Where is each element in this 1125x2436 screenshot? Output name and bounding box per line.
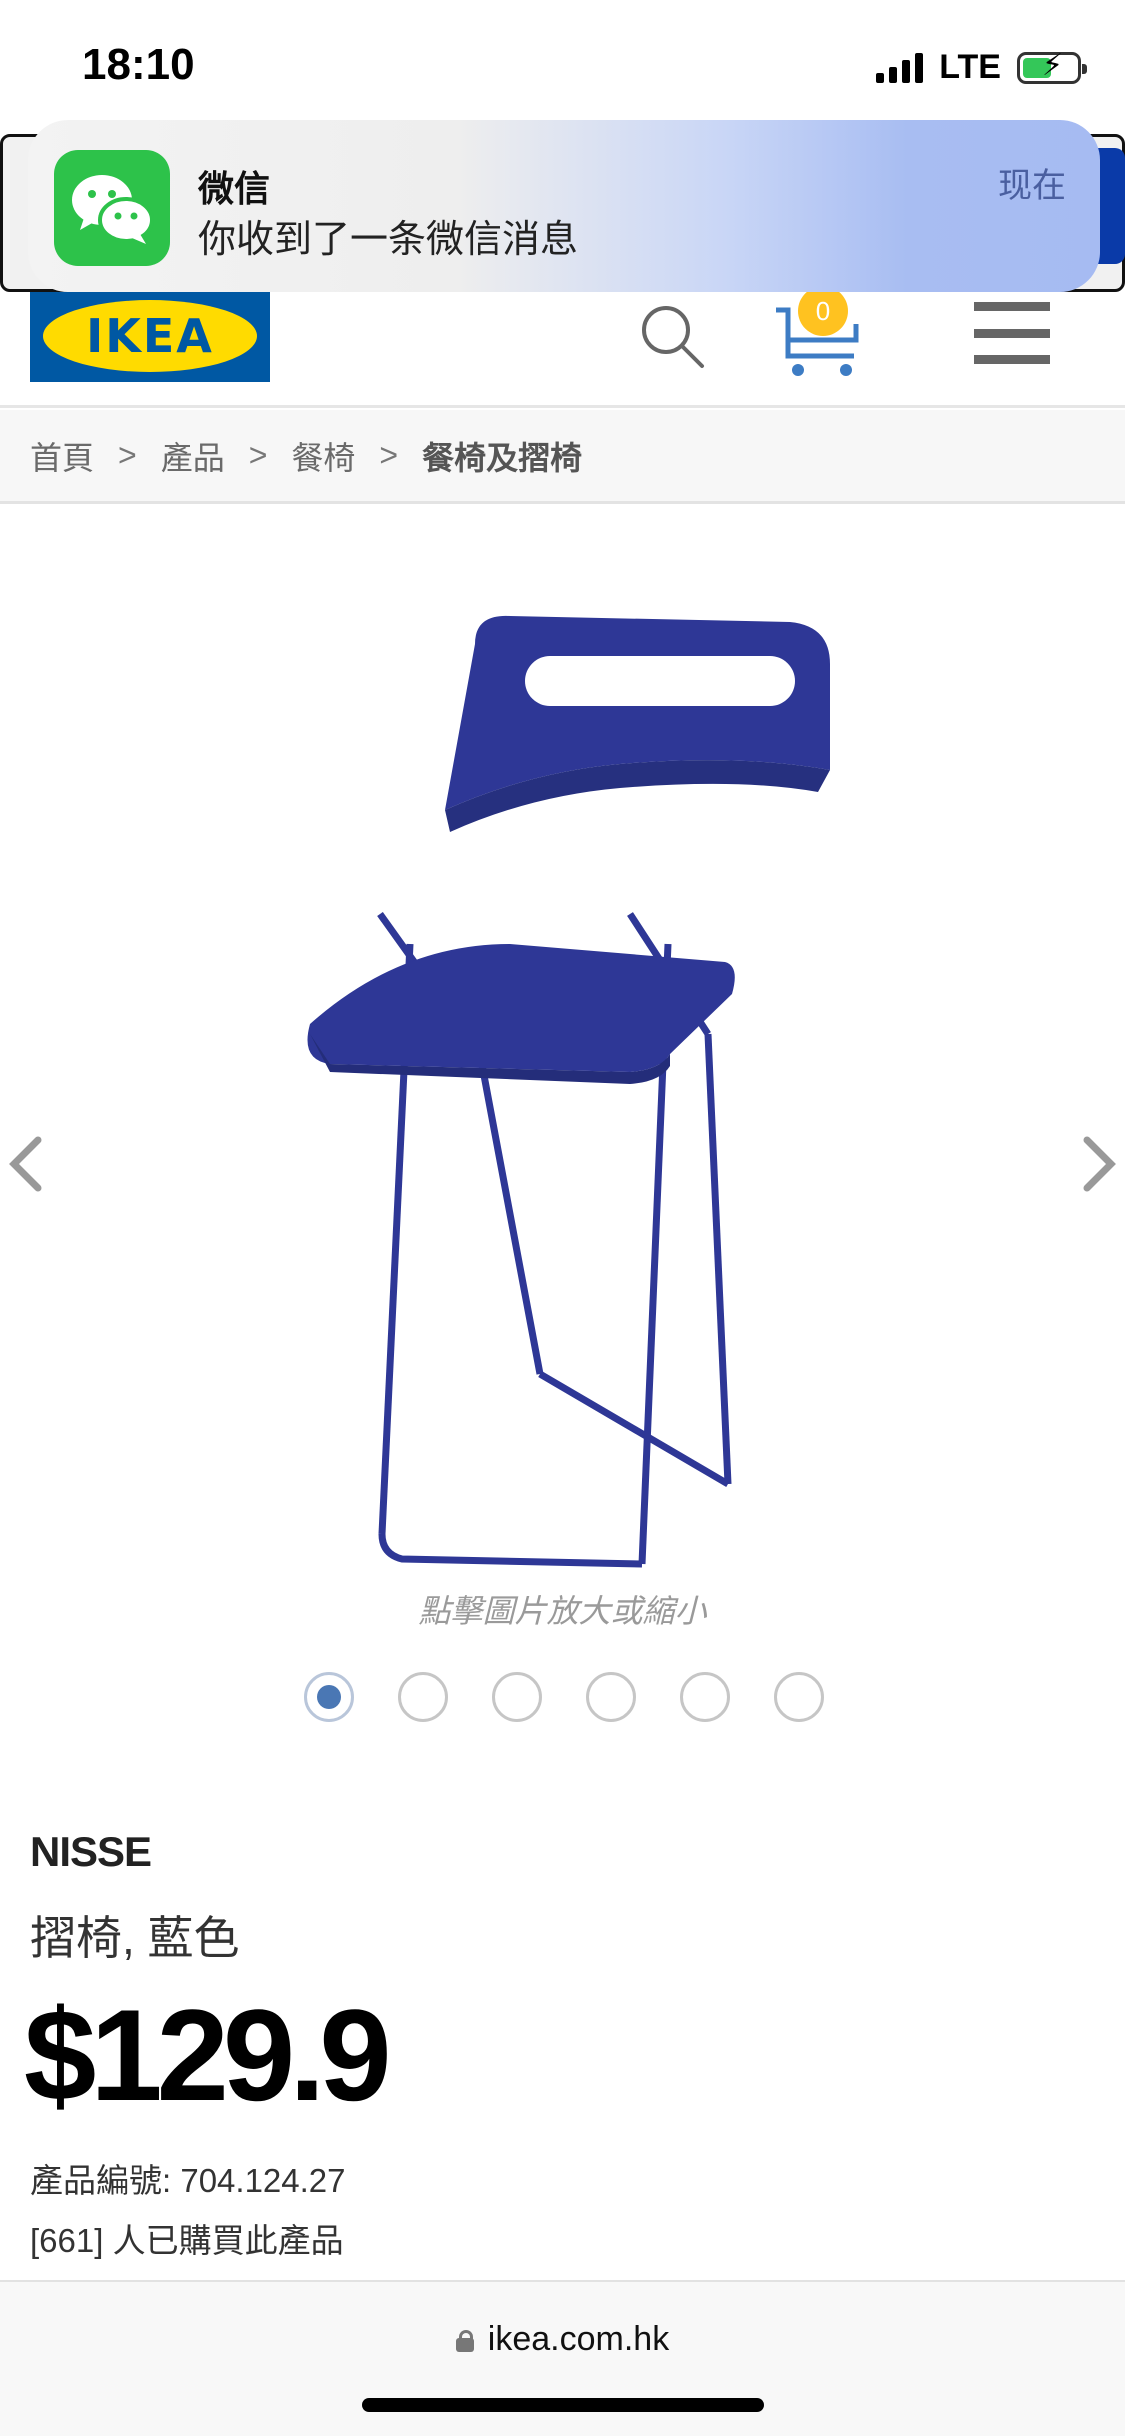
notification-app-name: 微信	[198, 168, 271, 209]
breadcrumb-dining-chairs[interactable]: 餐椅	[291, 433, 355, 479]
cart-button[interactable]: 0	[772, 286, 864, 380]
product-gallery: 點擊圖片放大或縮小	[0, 504, 1125, 1754]
previous-image-arrow[interactable]	[6, 1134, 46, 1194]
search-icon[interactable]	[636, 300, 708, 372]
browser-url-bar[interactable]: ikea.com.hk	[0, 2280, 1125, 2436]
url-text: ikea.com.hk	[487, 2320, 670, 2358]
breadcrumb-current: 餐椅及摺椅	[422, 439, 583, 476]
breadcrumb-home[interactable]: 首頁	[30, 433, 94, 479]
status-time: 18:10	[82, 40, 195, 89]
cart-count-badge: 0	[798, 286, 848, 336]
breadcrumb-products[interactable]: 產品	[161, 433, 225, 479]
notification-message: 你收到了一条微信消息	[198, 219, 579, 261]
pagination-dot-1[interactable]	[304, 1672, 354, 1722]
pagination-dot-3[interactable]	[492, 1672, 542, 1722]
ikea-logo[interactable]: IKEA	[30, 290, 270, 382]
home-indicator[interactable]	[362, 2398, 764, 2412]
status-bar: 18:10 LTE ⚡	[0, 0, 1125, 130]
network-label: LTE	[939, 48, 1001, 86]
product-price: $129.9	[24, 1982, 392, 2128]
pagination-dot-5[interactable]	[680, 1672, 730, 1722]
url-display[interactable]: ikea.com.hk	[0, 2320, 1125, 2359]
menu-icon[interactable]	[974, 302, 1050, 364]
product-image[interactable]	[270, 614, 870, 1594]
breadcrumb-separator: >	[379, 437, 399, 473]
pagination-dot-2[interactable]	[398, 1672, 448, 1722]
pagination-dot-4[interactable]	[586, 1672, 636, 1722]
zoom-hint: 點擊圖片放大或縮小	[418, 1593, 707, 1629]
breadcrumb: 首頁 > 產品 > 餐椅 > 餐椅及摺椅	[0, 410, 1125, 504]
wechat-notification[interactable]: 微信 你收到了一条微信消息 现在	[28, 120, 1100, 292]
image-pagination	[304, 1672, 824, 1722]
notification-time: 现在	[998, 167, 1066, 205]
status-indicators: LTE ⚡	[876, 48, 1087, 87]
product-description: 摺椅, 藍色	[30, 1912, 240, 1964]
battery-icon: ⚡	[1017, 50, 1087, 84]
breadcrumb-separator: >	[248, 437, 268, 473]
product-number: 產品編號: 704.124.27	[30, 2162, 346, 2199]
logo-text: IKEA	[86, 309, 214, 363]
pagination-dot-6[interactable]	[774, 1672, 824, 1722]
breadcrumb-separator: >	[118, 437, 137, 473]
wechat-icon	[54, 150, 170, 266]
signal-icon	[876, 52, 924, 83]
lock-icon	[455, 2330, 474, 2352]
product-buyers-count: [661] 人已購買此產品	[30, 2222, 344, 2259]
next-image-arrow[interactable]	[1079, 1134, 1119, 1194]
product-name: NISSE	[30, 1828, 152, 1875]
